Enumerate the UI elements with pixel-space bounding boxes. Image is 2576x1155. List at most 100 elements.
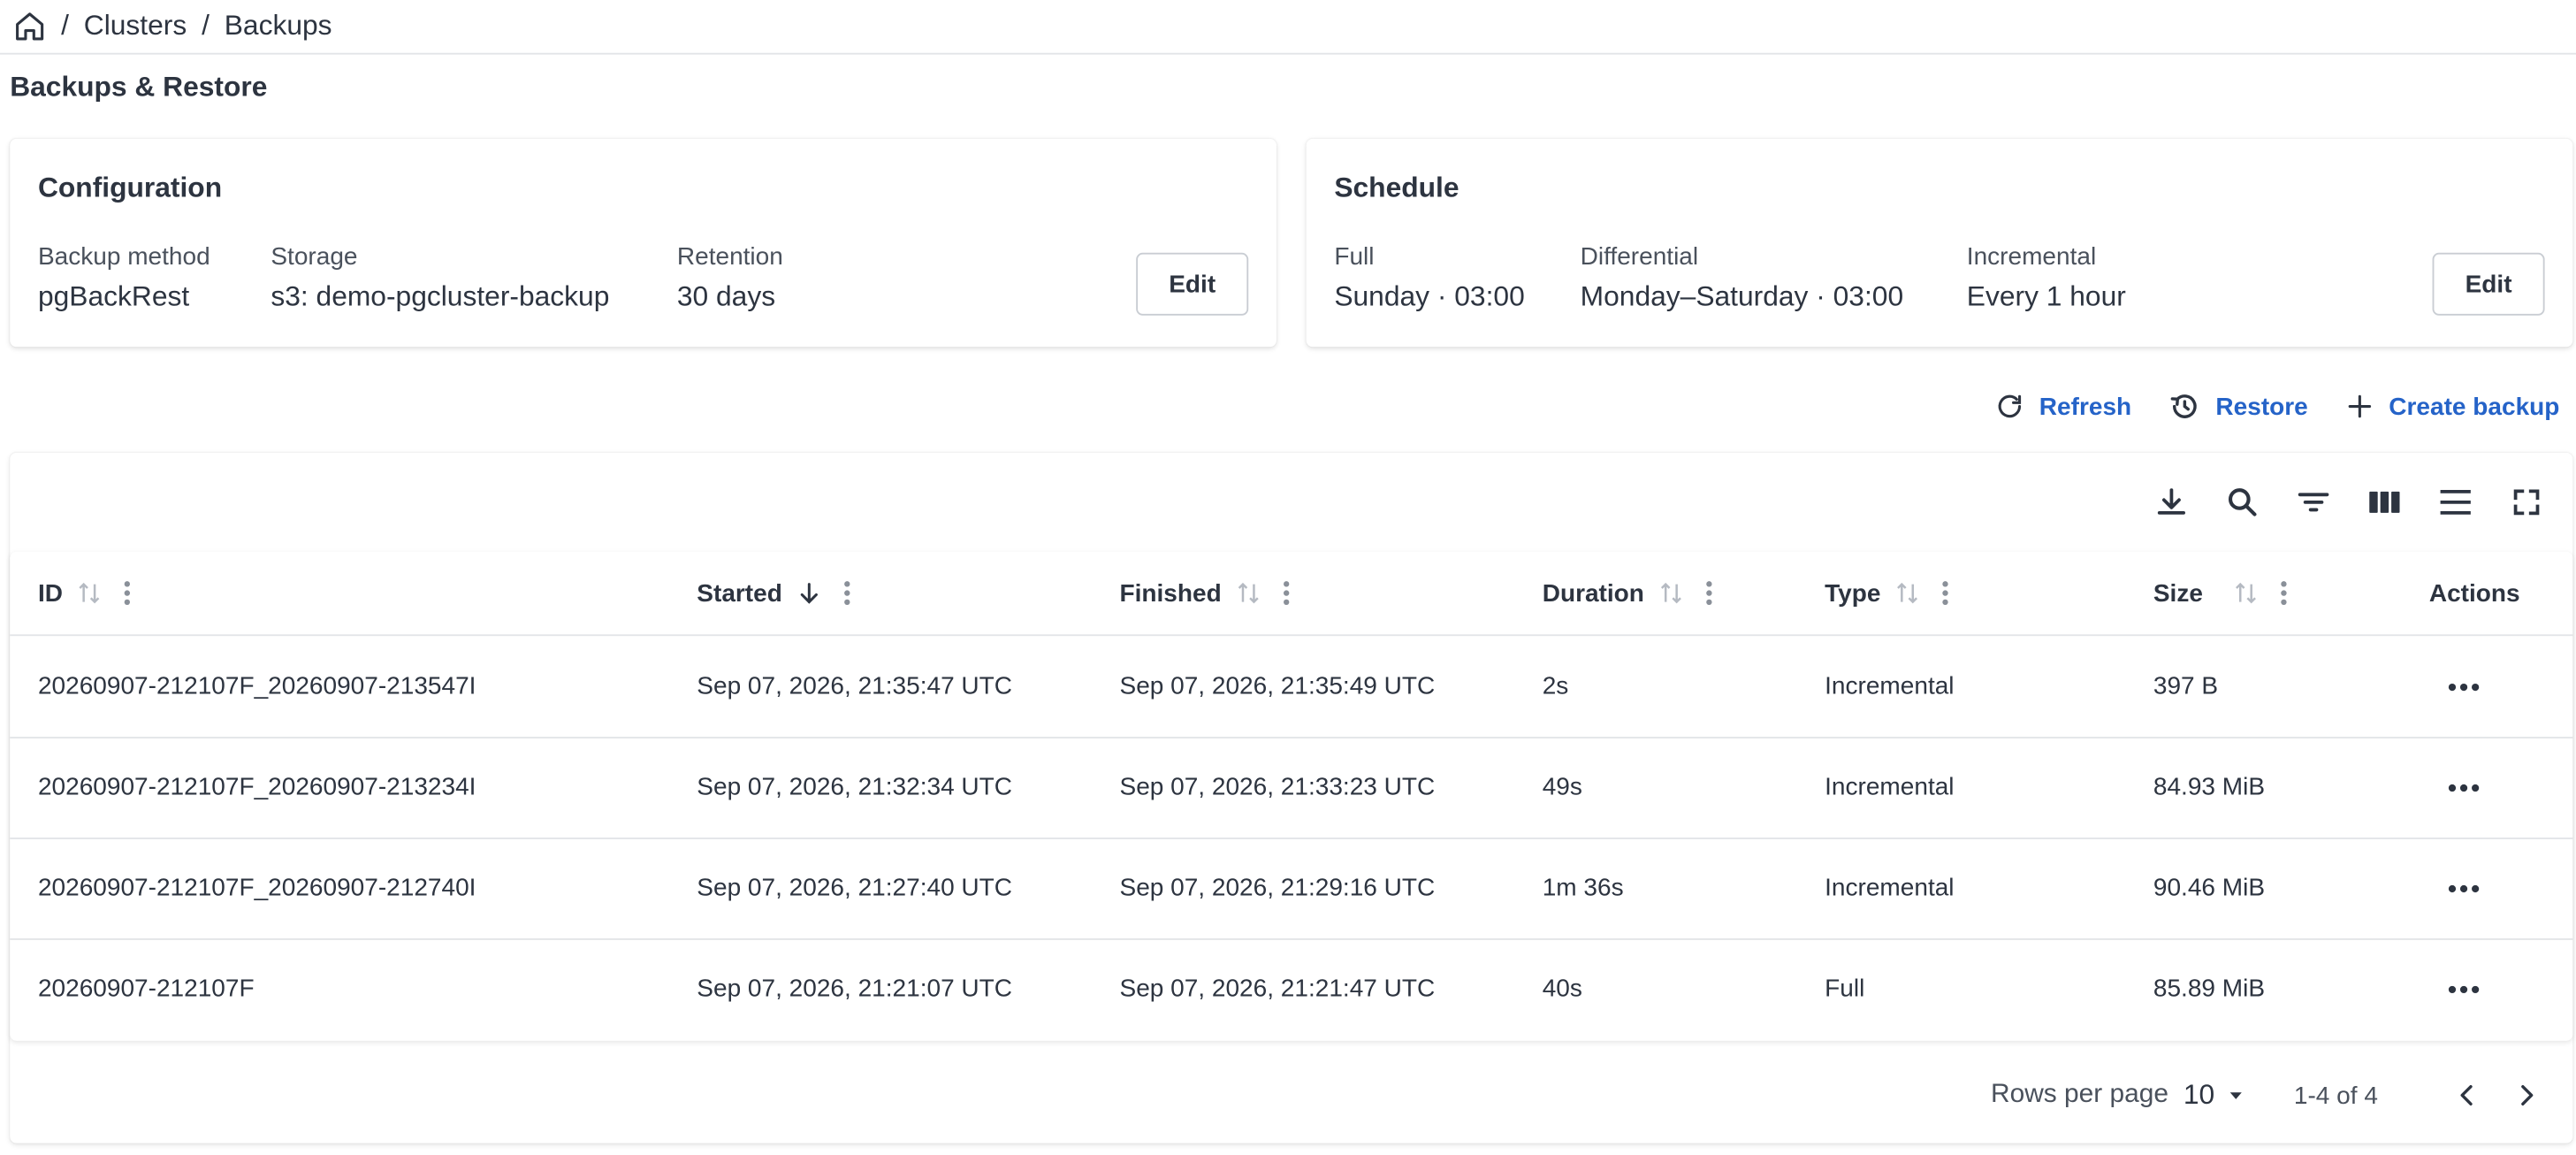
backups-table: ID Started Finished Duration Type Size A… <box>10 551 2573 1041</box>
table-row: 20260907-212107F_20260907-213234I Sep 07… <box>10 737 2573 839</box>
column-menu-icon[interactable] <box>1940 580 1950 607</box>
field-value: pgBackRest <box>37 280 190 313</box>
column-header-actions: Actions <box>2429 552 2520 634</box>
cell-started: Sep 07, 2026, 21:21:07 UTC <box>697 975 1013 1003</box>
schedule-title: Schedule <box>1334 172 1459 203</box>
page-title: Backups & Restore <box>10 71 268 103</box>
column-label: Finished <box>1119 578 1222 608</box>
configuration-card: Configuration Backup method pgBackRest S… <box>10 138 1277 348</box>
field-label: Incremental <box>1966 242 2097 272</box>
field-label: Backup method <box>37 242 210 272</box>
column-menu-icon[interactable] <box>2279 580 2289 607</box>
table-row: 20260907-212107F_20260907-213547I Sep 07… <box>10 636 2573 738</box>
sort-descending-icon[interactable] <box>796 580 822 607</box>
sort-icon[interactable] <box>2233 580 2260 607</box>
field-value: s3: demo-pgcluster-backup <box>271 280 610 313</box>
column-header-duration[interactable]: Duration <box>1543 552 1714 634</box>
row-actions-icon[interactable] <box>2447 636 2480 737</box>
cell-finished: Sep 07, 2026, 21:33:23 UTC <box>1119 773 1436 801</box>
field-value: Every 1 hour <box>1966 280 2126 313</box>
restore-icon <box>2170 394 2197 418</box>
chevron-right-icon[interactable] <box>2507 1075 2547 1115</box>
breadcrumb-separator: / <box>202 10 210 42</box>
rows-per-page-select[interactable]: 10 <box>2184 1079 2248 1112</box>
cell-id: 20260907-212107F <box>37 975 255 1003</box>
sort-icon[interactable] <box>1894 580 1920 607</box>
columns-icon[interactable] <box>2365 482 2405 522</box>
column-menu-icon[interactable] <box>1703 580 1713 607</box>
fullscreen-icon[interactable] <box>2507 482 2547 522</box>
cell-id: 20260907-212107F_20260907-213234I <box>37 773 476 801</box>
row-actions-icon[interactable] <box>2447 838 2480 938</box>
row-actions-icon[interactable] <box>2447 737 2480 838</box>
edit-schedule-button[interactable]: Edit <box>2432 252 2545 316</box>
backup-method-field: Backup method pgBackRest <box>38 243 210 314</box>
cell-type: Full <box>1825 975 1865 1003</box>
cell-finished: Sep 07, 2026, 21:29:16 UTC <box>1119 874 1436 902</box>
full-schedule-field: Full Sunday · 03:00 <box>1334 243 1524 314</box>
breadcrumb-clusters[interactable]: Clusters <box>84 10 187 42</box>
table-row: 20260907-212107F_20260907-212740I Sep 07… <box>10 838 2573 940</box>
cell-size: 84.93 MiB <box>2153 773 2266 801</box>
page-range: 1-4 of 4 <box>2293 1081 2378 1110</box>
sort-icon[interactable] <box>1235 580 1261 607</box>
cell-finished: Sep 07, 2026, 21:21:47 UTC <box>1119 975 1436 1003</box>
backups-page: / Clusters / Backups Backups & Restore C… <box>0 0 2576 1155</box>
column-header-type[interactable]: Type <box>1825 552 1950 634</box>
column-label: Type <box>1825 578 1881 608</box>
column-header-size[interactable]: Size <box>2153 552 2289 634</box>
column-label: Size <box>2153 578 2203 608</box>
cell-finished: Sep 07, 2026, 21:35:49 UTC <box>1119 672 1436 701</box>
cell-size: 85.89 MiB <box>2153 975 2266 1003</box>
chevron-left-icon[interactable] <box>2447 1075 2487 1115</box>
refresh-button[interactable]: Refresh <box>1994 392 2131 422</box>
filter-icon[interactable] <box>2294 482 2334 522</box>
column-menu-icon[interactable] <box>842 580 851 607</box>
sort-icon[interactable] <box>76 580 103 607</box>
field-value: Monday–Saturday · 03:00 <box>1580 280 1904 313</box>
search-icon[interactable] <box>2222 482 2262 522</box>
cell-id: 20260907-212107F_20260907-213547I <box>37 672 476 701</box>
restore-button[interactable]: Restore <box>2168 390 2308 423</box>
cell-size: 397 B <box>2153 672 2219 701</box>
plus-icon <box>2347 394 2371 418</box>
row-actions-icon[interactable] <box>2447 938 2480 1039</box>
refresh-icon <box>1998 394 2021 418</box>
field-label: Full <box>1334 242 1375 272</box>
column-header-finished[interactable]: Finished <box>1120 552 1292 634</box>
field-label: Differential <box>1580 242 1699 272</box>
cell-duration: 40s <box>1542 975 1582 1003</box>
column-header-started[interactable]: Started <box>697 552 851 634</box>
breadcrumb: / Clusters / Backups <box>0 0 2576 55</box>
column-menu-icon[interactable] <box>1281 580 1291 607</box>
backups-table-card: ID Started Finished Duration Type Size A… <box>10 452 2573 1144</box>
refresh-label: Refresh <box>2039 392 2132 421</box>
density-icon[interactable] <box>2435 482 2475 522</box>
home-icon[interactable] <box>13 10 46 42</box>
schedule-card: Schedule Full Sunday · 03:00 Differentia… <box>1306 138 2573 348</box>
column-menu-icon[interactable] <box>122 580 132 607</box>
caret-down-icon <box>2229 1092 2243 1099</box>
column-label: Duration <box>1542 578 1644 608</box>
pagination: Rows per page 10 1-4 of 4 <box>1991 1070 2546 1120</box>
cell-size: 90.46 MiB <box>2153 874 2266 902</box>
cell-duration: 49s <box>1542 773 1582 801</box>
table-row: 20260907-212107F Sep 07, 2026, 21:21:07 … <box>10 938 2572 1039</box>
field-value: Sunday · 03:00 <box>1334 280 1525 313</box>
column-header-id[interactable]: ID <box>38 552 132 634</box>
breadcrumb-backups: Backups <box>224 10 332 42</box>
incremental-schedule-field: Incremental Every 1 hour <box>1967 243 2126 314</box>
rows-per-page-value: 10 <box>2183 1078 2215 1111</box>
differential-schedule-field: Differential Monday–Saturday · 03:00 <box>1581 243 1903 314</box>
retention-field: Retention 30 days <box>677 243 783 314</box>
download-icon[interactable] <box>2152 482 2191 522</box>
table-toolbar <box>2121 482 2547 522</box>
sort-icon[interactable] <box>1658 580 1684 607</box>
cell-duration: 2s <box>1542 672 1569 701</box>
field-label: Storage <box>271 242 358 272</box>
edit-configuration-button[interactable]: Edit <box>1136 252 1249 316</box>
create-backup-button[interactable]: Create backup <box>2344 392 2559 422</box>
column-label: Started <box>697 578 782 608</box>
table-header: ID Started Finished Duration Type Size A… <box>10 552 2573 637</box>
cell-duration: 1m 36s <box>1542 874 1624 902</box>
